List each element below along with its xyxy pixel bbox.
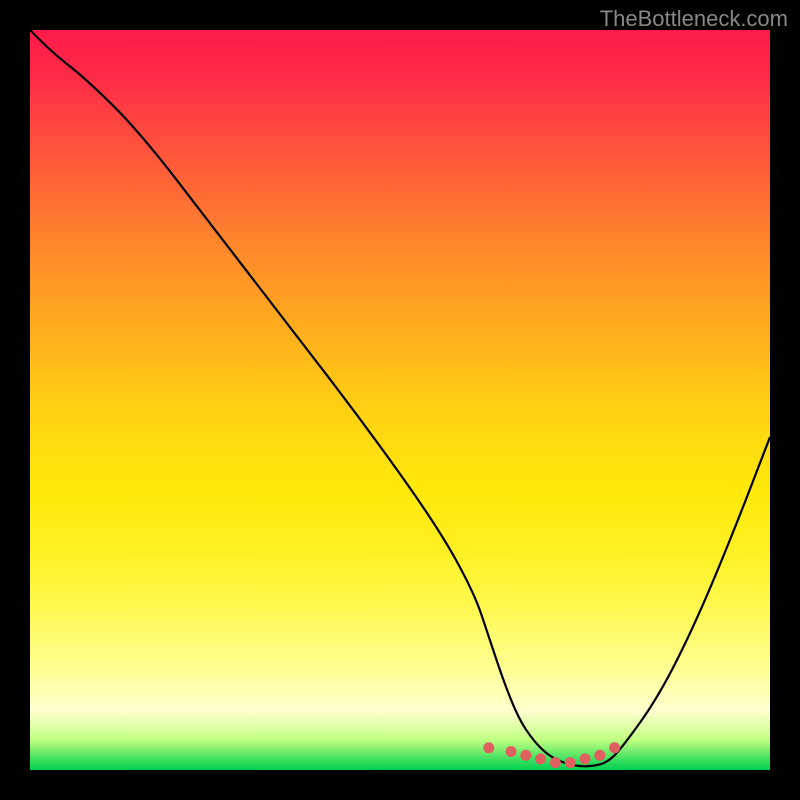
optimal-marker xyxy=(594,750,605,761)
optimal-marker xyxy=(483,742,494,753)
optimal-marker xyxy=(506,746,517,757)
optimal-marker xyxy=(535,753,546,764)
optimal-marker xyxy=(550,757,561,768)
chart-svg xyxy=(30,30,770,770)
plot-area xyxy=(30,30,770,770)
watermark-text: TheBottleneck.com xyxy=(600,6,788,32)
optimal-marker xyxy=(609,742,620,753)
optimal-marker xyxy=(565,757,576,768)
optimal-marker xyxy=(580,753,591,764)
bottleneck-curve xyxy=(30,30,770,766)
optimal-marker xyxy=(520,750,531,761)
